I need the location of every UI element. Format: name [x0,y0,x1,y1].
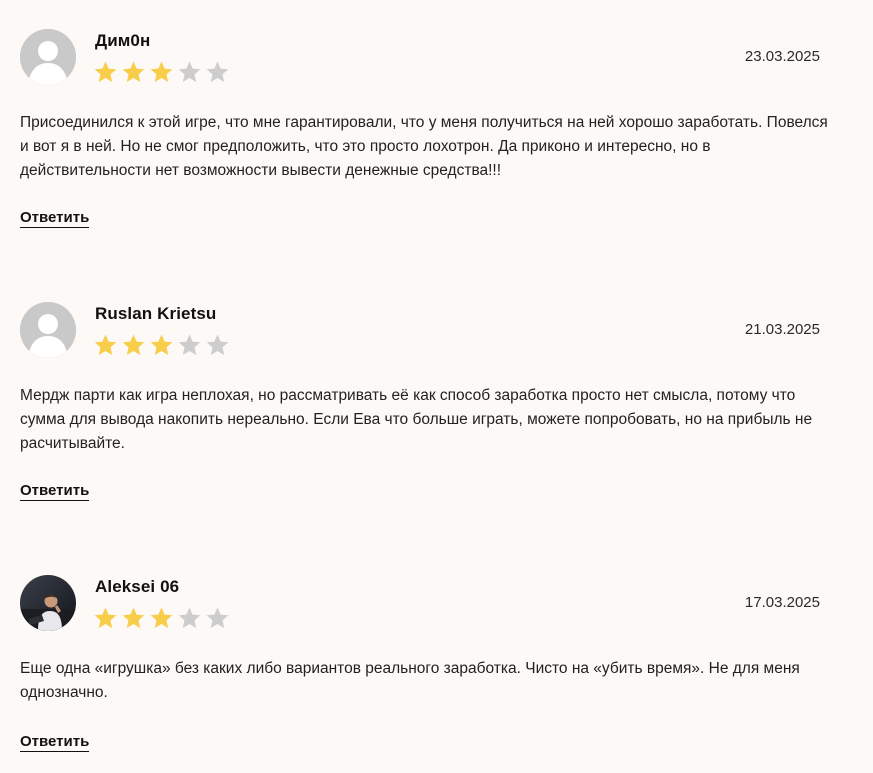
review-text: Еще одна «игрушка» без каких либо вариан… [20,660,800,701]
star-filled-icon [150,61,173,82]
star-filled-icon [150,607,173,628]
default-avatar-icon [20,29,76,85]
star-filled-icon [150,334,173,355]
star-empty-icon [206,61,229,82]
user-photo-avatar [20,575,76,631]
star-empty-icon [206,607,229,628]
rating-stars [93,60,230,84]
reply-link[interactable]: Ответить [20,482,90,501]
star-empty-icon [178,607,201,628]
star-filled-icon [94,334,117,355]
rating-stars [93,333,230,357]
review-date: 17.03.2025 [744,594,820,611]
default-avatar-icon [20,302,76,358]
star-filled-icon [122,334,145,355]
review-author: Ruslan Krietsu [95,304,217,323]
star-filled-icon [94,607,117,628]
review-date: 23.03.2025 [744,48,820,65]
star-filled-icon [94,61,117,82]
review-text: Присоединился к этой игре, что мне гаран… [20,114,828,179]
star-filled-icon [122,607,145,628]
review-date: 21.03.2025 [744,321,820,338]
star-empty-icon [178,334,201,355]
reply-link[interactable]: Ответить [20,733,90,752]
review-author: Aleksei 06 [95,577,180,596]
rating-stars [93,606,230,630]
star-filled-icon [122,61,145,82]
star-empty-icon [178,61,201,82]
star-empty-icon [206,334,229,355]
reply-link[interactable]: Ответить [20,209,90,228]
review-text: Мердж парти как игра неплохая, но рассма… [20,387,813,452]
review-author: Дим0н [95,31,151,50]
